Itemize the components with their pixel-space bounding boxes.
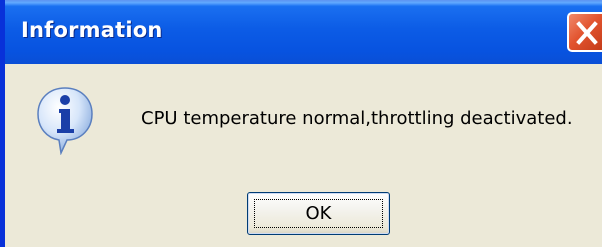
ok-button[interactable]: OK: [247, 192, 390, 235]
title-bar[interactable]: Information: [5, 0, 602, 64]
window-title: Information: [21, 18, 163, 42]
information-icon: [37, 87, 93, 155]
close-button[interactable]: [567, 12, 602, 52]
ok-button-label: OK: [254, 199, 383, 228]
dialog-message: CPU temperature normal,throttling deacti…: [141, 108, 573, 129]
information-dialog: Information CPU temperature normal,throt…: [0, 0, 602, 247]
close-icon: [576, 21, 598, 45]
